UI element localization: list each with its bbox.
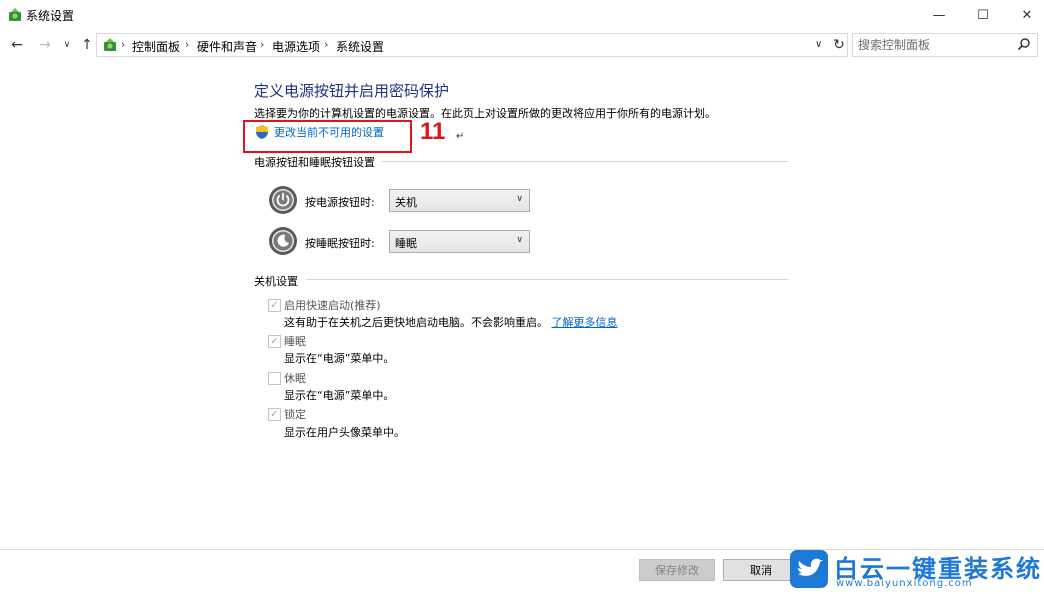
fast-startup-desc-text: 这有助于在关机之后更快地启动电脑。不会影响重启。 xyxy=(284,316,548,329)
breadcrumb-separator: › xyxy=(185,38,190,51)
navigation-bar: ← → ∨ ↑ › 控制面板 › 硬件和声音 › 电源选项 › 系统设置 ∨ ↻ xyxy=(0,30,1044,60)
sleep-checkbox[interactable]: ✓ xyxy=(268,335,281,348)
hibernate-description: 显示在“电源”菜单中。 xyxy=(284,389,395,402)
maximize-button[interactable]: ☐ xyxy=(960,0,1006,30)
power-section-title: 电源按钮和睡眠按钮设置 xyxy=(254,156,375,169)
sleep-description: 显示在“电源”菜单中。 xyxy=(284,352,395,365)
lock-checkbox[interactable]: ✓ xyxy=(268,408,281,421)
breadcrumb-control-panel[interactable]: 控制面板 xyxy=(132,38,180,55)
power-button-action-select[interactable]: 关机 ∨ xyxy=(389,189,530,212)
bird-logo-icon xyxy=(790,550,828,588)
page-heading: 定义电源按钮并启用密码保护 xyxy=(254,82,450,100)
search-input[interactable] xyxy=(853,34,1013,56)
watermark: 白云一键重装系统 www.baiyunxitong.com xyxy=(790,548,1040,592)
lock-description: 显示在用户头像菜单中。 xyxy=(284,426,405,439)
cancel-button[interactable]: 取消 xyxy=(723,559,799,581)
power-button-icon xyxy=(269,186,297,214)
lock-label: 锁定 xyxy=(284,408,306,421)
save-changes-button[interactable]: 保存修改 xyxy=(639,559,715,581)
control-panel-icon xyxy=(9,8,21,21)
recent-locations-button[interactable]: ∨ xyxy=(58,36,76,54)
sleep-button-icon xyxy=(269,227,297,255)
search-box xyxy=(852,33,1038,57)
sleep-label: 睡眠 xyxy=(284,335,306,348)
select-value: 睡眠 xyxy=(395,237,417,250)
address-bar[interactable]: › 控制面板 › 硬件和声音 › 电源选项 › 系统设置 ∨ xyxy=(96,33,848,57)
title-bar: 系统设置 — ☐ ✕ xyxy=(0,0,1044,30)
shutdown-section-title: 关机设置 xyxy=(254,275,298,288)
page-description: 选择要为你的计算机设置的电源设置。在此页上对设置所做的更改将应用于你所有的电源计… xyxy=(254,107,716,120)
window-title: 系统设置 xyxy=(26,9,75,23)
back-button[interactable]: ← xyxy=(8,36,26,54)
breadcrumb-hardware-sound[interactable]: 硬件和声音 xyxy=(197,38,257,55)
section-divider xyxy=(382,161,788,162)
hibernate-checkbox[interactable] xyxy=(268,372,281,385)
step-number: 11 xyxy=(420,118,446,145)
refresh-button[interactable]: ↻ xyxy=(829,33,849,57)
section-divider xyxy=(306,279,788,280)
watermark-url: www.baiyunxitong.com xyxy=(836,578,973,589)
learn-more-link[interactable]: 了解更多信息 xyxy=(552,316,618,329)
chevron-down-icon: ∨ xyxy=(516,194,523,204)
highlight-box xyxy=(243,120,412,153)
hibernate-label: 休眠 xyxy=(284,372,306,385)
fast-startup-label: 启用快速启动(推荐) xyxy=(284,299,381,312)
breadcrumb-separator: › xyxy=(121,38,126,51)
address-history-dropdown[interactable]: ∨ xyxy=(815,39,822,50)
chevron-down-icon: ∨ xyxy=(516,235,523,245)
return-mark: ↵ xyxy=(456,131,465,142)
breadcrumb-separator: › xyxy=(260,38,265,51)
up-button[interactable]: ↑ xyxy=(78,36,96,54)
breadcrumb-separator: › xyxy=(324,38,329,51)
forward-button[interactable]: → xyxy=(36,36,54,54)
power-button-label: 按电源按钮时: xyxy=(305,196,375,209)
select-value: 关机 xyxy=(395,196,417,209)
minimize-button[interactable]: — xyxy=(916,0,962,30)
fast-startup-description: 这有助于在关机之后更快地启动电脑。不会影响重启。 了解更多信息 xyxy=(284,314,618,330)
fast-startup-checkbox[interactable]: ✓ xyxy=(268,299,281,312)
control-panel-icon xyxy=(104,38,116,51)
breadcrumb-power-options[interactable]: 电源选项 xyxy=(272,38,320,55)
close-button[interactable]: ✕ xyxy=(1004,0,1044,30)
breadcrumb-system-settings[interactable]: 系统设置 xyxy=(336,38,384,55)
sleep-button-action-select[interactable]: 睡眠 ∨ xyxy=(389,230,530,253)
sleep-button-label: 按睡眠按钮时: xyxy=(305,237,375,250)
search-icon[interactable] xyxy=(1017,37,1031,51)
